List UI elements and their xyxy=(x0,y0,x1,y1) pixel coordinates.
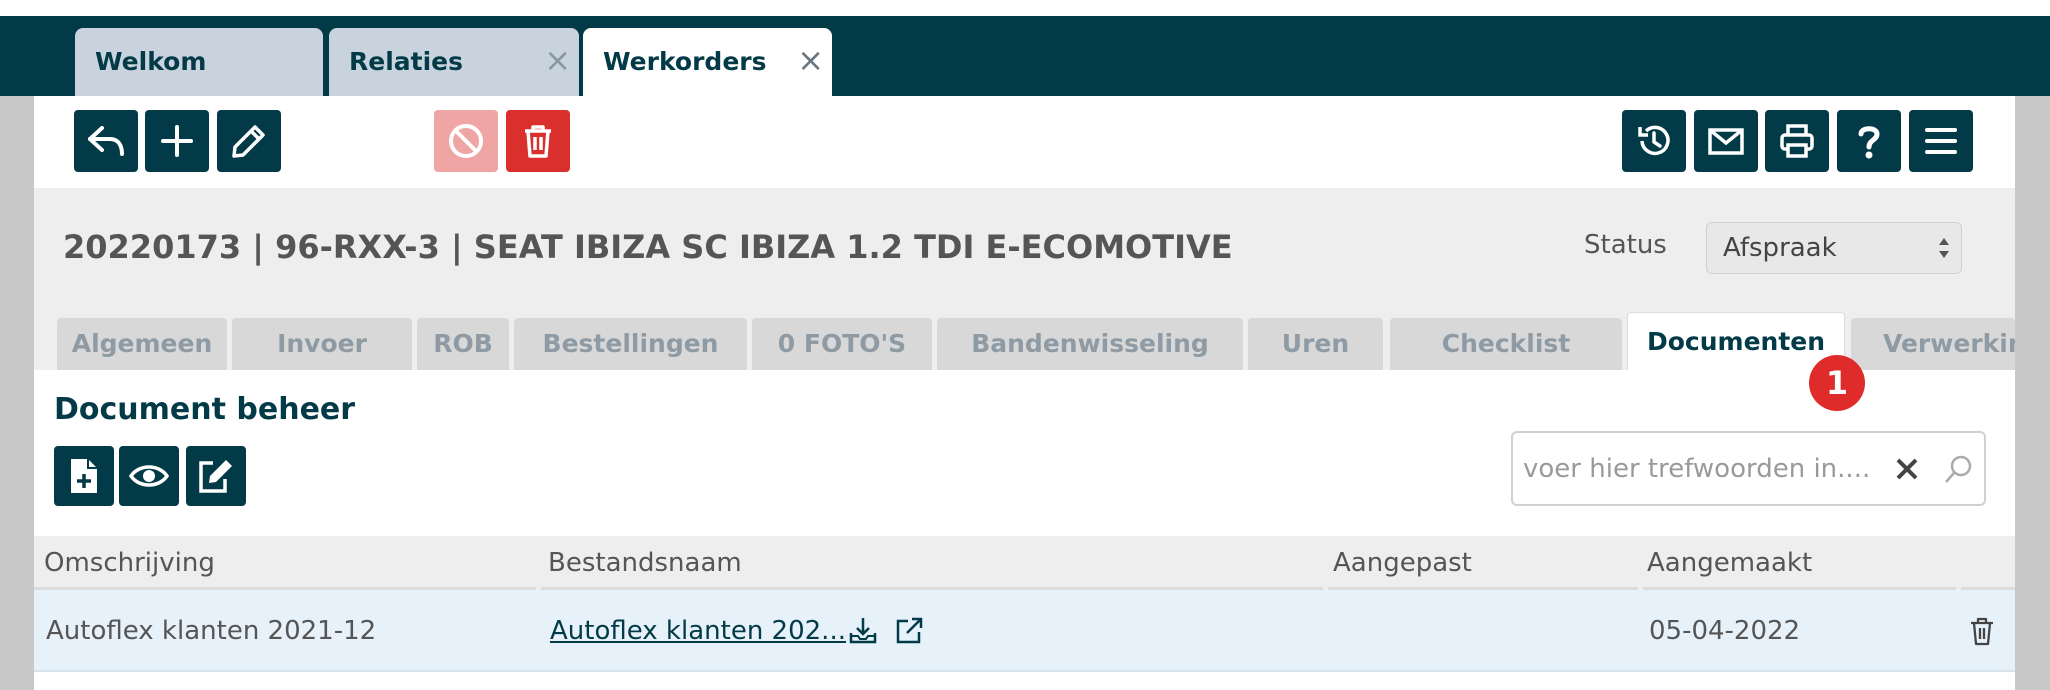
app-tab-werkorders[interactable]: Werkorders × xyxy=(583,28,832,96)
file-plus-icon xyxy=(71,459,97,493)
edit-square-icon xyxy=(199,460,232,493)
external-link-icon[interactable] xyxy=(892,614,926,648)
print-button[interactable] xyxy=(1765,110,1829,172)
menu-button[interactable] xyxy=(1909,110,1973,172)
trash-icon[interactable] xyxy=(1965,614,1999,648)
tab-uren[interactable]: Uren xyxy=(1248,318,1383,370)
close-icon[interactable]: × xyxy=(797,28,824,92)
tab-documenten[interactable]: Documenten xyxy=(1627,312,1845,370)
tab-bestellingen[interactable]: Bestellingen xyxy=(514,318,747,370)
plus-icon xyxy=(161,125,193,157)
column-header-bestandsnaam[interactable]: Bestandsnaam xyxy=(548,536,742,590)
clear-icon[interactable] xyxy=(1889,451,1925,487)
tab-rob[interactable]: ROB xyxy=(417,318,509,370)
top-strip xyxy=(0,0,2050,16)
search-icon[interactable] xyxy=(1941,451,1977,487)
back-icon xyxy=(88,126,124,156)
page-title: 20220173 | 96-RXX-3 | SEAT IBIZA SC IBIZ… xyxy=(63,228,1233,266)
tab-algemeen[interactable]: Algemeen xyxy=(57,318,227,370)
new-document-button[interactable] xyxy=(54,446,114,506)
back-button[interactable] xyxy=(74,110,138,172)
printer-icon xyxy=(1780,124,1814,158)
notification-badge: 1 xyxy=(1809,355,1865,411)
app-tab-label: Relaties xyxy=(349,47,464,76)
pencil-icon xyxy=(232,125,265,158)
tab-fotos[interactable]: 0 FOTO'S xyxy=(752,318,932,370)
cancel-button[interactable] xyxy=(434,110,498,172)
app-tab-relaties[interactable]: Relaties × xyxy=(329,28,579,96)
edit-document-button[interactable] xyxy=(186,446,246,506)
download-icon[interactable] xyxy=(846,614,880,648)
menu-icon xyxy=(1925,128,1957,154)
add-button[interactable] xyxy=(145,110,209,172)
delete-button[interactable] xyxy=(506,110,570,172)
left-gutter xyxy=(0,96,34,690)
eye-icon xyxy=(128,465,170,487)
app-tab-welkom[interactable]: Welkom xyxy=(75,28,323,96)
question-icon xyxy=(1858,126,1880,159)
history-icon xyxy=(1638,125,1670,156)
tab-verwerking[interactable]: Verwerking xyxy=(1851,318,2015,370)
status-value: Afspraak xyxy=(1723,233,1837,263)
mail-icon xyxy=(1708,128,1744,155)
section-title: Document beheer xyxy=(54,392,356,427)
search-input[interactable] xyxy=(1523,443,1873,495)
app-tab-label: Werkorders xyxy=(603,47,767,76)
right-gutter xyxy=(2015,96,2050,690)
cell-aangemaakt: 05-04-2022 xyxy=(1649,616,1801,646)
select-arrows-icon xyxy=(1939,238,1949,258)
trash-icon xyxy=(525,125,551,158)
ban-icon xyxy=(449,124,483,158)
column-header-omschrijving[interactable]: Omschrijving xyxy=(44,536,215,590)
column-header-aangemaakt[interactable]: Aangemaakt xyxy=(1647,536,1812,590)
column-header-aangepast[interactable]: Aangepast xyxy=(1333,536,1472,590)
edit-button[interactable] xyxy=(217,110,281,172)
file-link[interactable]: Autoflex klanten 202... xyxy=(550,590,846,672)
view-document-button[interactable] xyxy=(119,446,179,506)
help-button[interactable] xyxy=(1837,110,1901,172)
status-select[interactable]: Afspraak xyxy=(1706,222,1962,274)
status-label: Status xyxy=(1584,230,1667,260)
history-button[interactable] xyxy=(1622,110,1686,172)
mail-button[interactable] xyxy=(1694,110,1758,172)
tab-invoer[interactable]: Invoer xyxy=(232,318,412,370)
cell-omschrijving: Autoflex klanten 2021-12 xyxy=(46,616,377,646)
tab-checklist[interactable]: Checklist xyxy=(1390,318,1622,370)
search-box xyxy=(1511,431,1986,506)
app-tab-label: Welkom xyxy=(95,47,207,76)
close-icon[interactable]: × xyxy=(544,28,571,92)
tab-bandenwisseling[interactable]: Bandenwisseling xyxy=(937,318,1243,370)
